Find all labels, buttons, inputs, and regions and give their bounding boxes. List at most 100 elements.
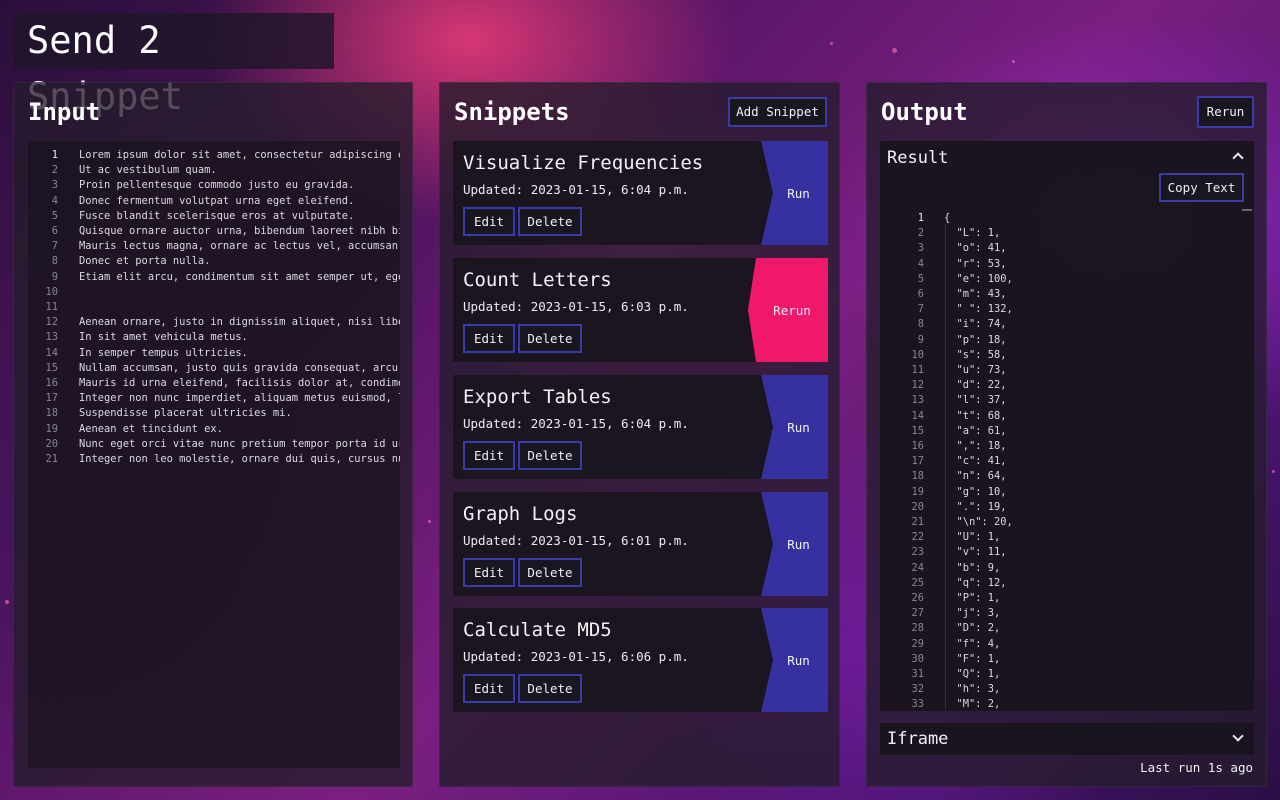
line-number: 30 [911,652,924,665]
delete-button[interactable]: Delete [518,441,582,470]
json-line-text: "F": 1, [944,652,1001,665]
line-number: 9 [51,270,58,283]
json-line: 21 "\n": 20, [894,515,1254,530]
delete-button[interactable]: Delete [518,324,582,353]
edit-button[interactable]: Edit [463,324,515,353]
result-json-viewer[interactable]: 1{2 "L": 1, 3 "o": 41, 4 "r": 53, 5 "e": 10… [894,209,1254,709]
editor-line-text: Proin pellentesque commodo justo eu grav… [79,179,355,192]
json-line-text: "j": 3, [944,607,1001,620]
editor-line: 17 Integer non nunc imperdiet, aliquam me… [28,391,400,406]
snippet-card: Visualize Frequencies Updated: 2023-01-1… [453,141,828,245]
snippet-name: Graph Logs [463,503,578,525]
line-number: 21 [45,453,58,465]
json-line: 27 "j": 3, [894,606,1254,621]
editor-line: 13 In sit amet vehicula metus. [28,330,400,345]
iframe-header[interactable]: Iframe [887,727,948,751]
json-line: 33 "M": 2, [894,697,1254,709]
json-line-text: "M": 2, [944,698,1001,709]
add-snippet-button[interactable]: Add Snippet [728,97,827,127]
line-number: 12 [45,316,58,329]
json-line-text: "g": 10, [944,485,1007,498]
snippet-name: Export Tables [463,386,612,408]
line-number: 15 [45,361,58,374]
line-number: 17 [911,455,924,468]
edit-button[interactable]: Edit [463,558,515,587]
editor-line-text: Nullam accumsan, justo quis gravida cons… [79,361,399,374]
snippet-card: Export Tables Updated: 2023-01-15, 6:04 … [453,375,828,479]
json-line: 8 "i": 74, [894,317,1254,332]
line-number: 24 [911,561,924,574]
rerun-snippet-button[interactable]: Rerun [748,258,828,362]
run-button[interactable]: Run [761,375,828,479]
editor-line: 6 Quisque ornare auctor urna, bibendum la… [28,224,400,239]
line-number: 2 [917,227,924,240]
editor-line: 16 Mauris id urna eleifend, facilisis dol… [28,376,400,391]
snippet-updated: Updated: 2023-01-15, 6:04 p.m. [463,416,689,431]
json-line-text: "Q": 1, [944,668,1001,680]
editor-line-text: Ut ac vestibulum quam. [79,164,217,177]
run-button[interactable]: Run [761,492,828,596]
chevron-up-icon[interactable] [1232,152,1244,164]
json-line: 25 "q": 12, [894,576,1254,591]
line-number: 5 [917,272,924,285]
background-speck [1272,470,1275,473]
json-line: 10 "s": 58, [894,348,1254,363]
edit-button[interactable]: Edit [463,674,515,703]
copy-text-button[interactable]: Copy Text [1159,173,1244,202]
chevron-down-icon[interactable] [1232,730,1244,742]
edit-button[interactable]: Edit [463,441,515,470]
json-line: 7 " ": 132, [894,302,1254,317]
editor-line: 18 Suspendisse placerat ultricies mi. [28,406,400,421]
app-title: Send 2 Snippet [13,13,334,118]
input-editor[interactable]: 1 Lorem ipsum dolor sit amet, consectetur… [28,141,400,768]
editor-line-text: Donec et porta nulla. [79,255,211,268]
editor-line: 10 [28,285,400,300]
line-number: 19 [911,485,924,498]
delete-button[interactable]: Delete [518,674,582,703]
line-number: 16 [45,377,58,389]
json-line-text: "q": 12, [944,576,1007,589]
line-number: 22 [911,531,924,544]
json-line: 29 "f": 4, [894,637,1254,652]
line-number: 10 [45,285,58,298]
line-number: 7 [51,240,58,253]
line-number: 10 [911,348,924,361]
line-number: 4 [917,257,924,270]
json-line-text: "D": 2, [944,622,1001,635]
editor-line-text: Mauris id urna eleifend, facilisis dolor… [79,377,400,389]
iframe-section[interactable]: Iframe [880,723,1254,755]
run-button[interactable]: Run [761,608,828,712]
edit-button[interactable]: Edit [463,207,515,236]
delete-button[interactable]: Delete [518,558,582,587]
line-number: 11 [911,364,924,376]
line-number: 4 [51,194,58,207]
line-number: 6 [51,225,58,237]
json-line: 28 "D": 2, [894,621,1254,636]
line-number: 12 [911,379,924,392]
json-line-text: "P": 1, [944,592,1001,604]
editor-line: 11 [28,300,400,315]
snippet-updated: Updated: 2023-01-15, 6:03 p.m. [463,299,689,314]
json-line-text: "s": 58, [944,348,1007,361]
json-line: 18 "n": 64, [894,469,1254,484]
line-number: 9 [917,333,924,346]
result-header[interactable]: Result [887,147,948,169]
json-line: 1{ [894,211,1254,226]
editor-line-text: Aenean ornare, justo in dignissim alique… [79,316,400,329]
editor-line-text: Etiam elit arcu, condimentum sit amet se… [79,270,400,283]
json-line-text: ",": 18, [944,440,1007,452]
json-line: 17 "c": 41, [894,454,1254,469]
json-line-text: ".": 19, [944,500,1007,513]
json-line-text: "v": 11, [944,546,1007,559]
json-line: 2 "L": 1, [894,226,1254,241]
line-number: 21 [911,516,924,528]
delete-button[interactable]: Delete [518,207,582,236]
snippet-name: Count Letters [463,269,612,291]
editor-line: 5 Fusce blandit scelerisque eros at vulpu… [28,209,400,224]
rerun-button[interactable]: Rerun [1197,96,1254,128]
json-line: 6 "m": 43, [894,287,1254,302]
background-speck [428,520,431,523]
snippet-updated: Updated: 2023-01-15, 6:04 p.m. [463,182,689,197]
run-button[interactable]: Run [761,141,828,245]
json-line: 14 "t": 68, [894,409,1254,424]
